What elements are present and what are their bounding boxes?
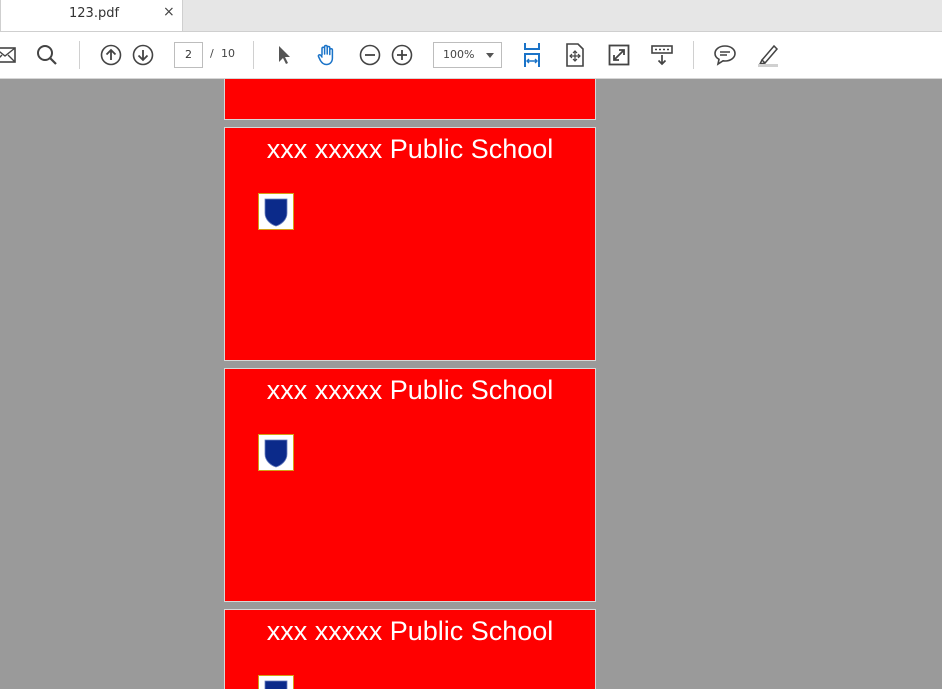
search-icon[interactable] — [33, 41, 61, 69]
pdf-page: xxx xxxxx Public School — [224, 368, 596, 602]
chevron-down-icon — [486, 53, 494, 58]
comment-icon[interactable] — [711, 41, 739, 69]
crest-icon — [258, 675, 294, 689]
page-heading: xxx xxxxx Public School — [266, 134, 554, 164]
crest-icon — [258, 193, 294, 230]
document-tab[interactable]: 123.pdf × — [0, 0, 183, 31]
select-cursor-icon[interactable] — [270, 41, 298, 69]
toolbar: 2 / 10 100% — [0, 32, 942, 79]
toolbar-divider — [253, 41, 254, 69]
crest-icon — [258, 434, 294, 471]
previous-page-icon[interactable] — [97, 41, 125, 69]
document-viewer[interactable]: xxx xxxxx Public School xxx xxxxx Public… — [0, 79, 942, 689]
tab-bar: 123.pdf × — [0, 0, 942, 32]
total-pages: 10 — [221, 47, 235, 60]
page-heading: xxx xxxxx Public School — [266, 375, 554, 405]
read-mode-icon[interactable] — [648, 41, 676, 69]
fit-width-icon[interactable] — [518, 41, 546, 69]
full-screen-icon[interactable] — [605, 41, 633, 69]
tab-title: 123.pdf — [69, 6, 120, 21]
close-icon[interactable]: × — [163, 4, 175, 20]
page-separator: / — [210, 47, 214, 60]
fit-page-icon[interactable] — [561, 41, 589, 69]
zoom-value: 100% — [443, 48, 475, 61]
pdf-page: xxx xxxxx Public School — [224, 127, 596, 361]
pdf-page: xxx xxxxx Public School — [224, 609, 596, 689]
mail-icon[interactable] — [0, 41, 19, 69]
zoom-select[interactable]: 100% — [433, 42, 502, 68]
zoom-in-icon[interactable] — [388, 41, 416, 69]
next-page-icon[interactable] — [129, 41, 157, 69]
pdf-page — [224, 79, 596, 120]
page-number-input[interactable]: 2 — [174, 42, 203, 68]
hand-tool-icon[interactable] — [313, 41, 341, 69]
toolbar-divider — [693, 41, 694, 69]
page-heading: xxx xxxxx Public School — [266, 616, 554, 646]
zoom-out-icon[interactable] — [356, 41, 384, 69]
highlight-icon[interactable] — [754, 41, 782, 69]
toolbar-divider — [79, 41, 80, 69]
